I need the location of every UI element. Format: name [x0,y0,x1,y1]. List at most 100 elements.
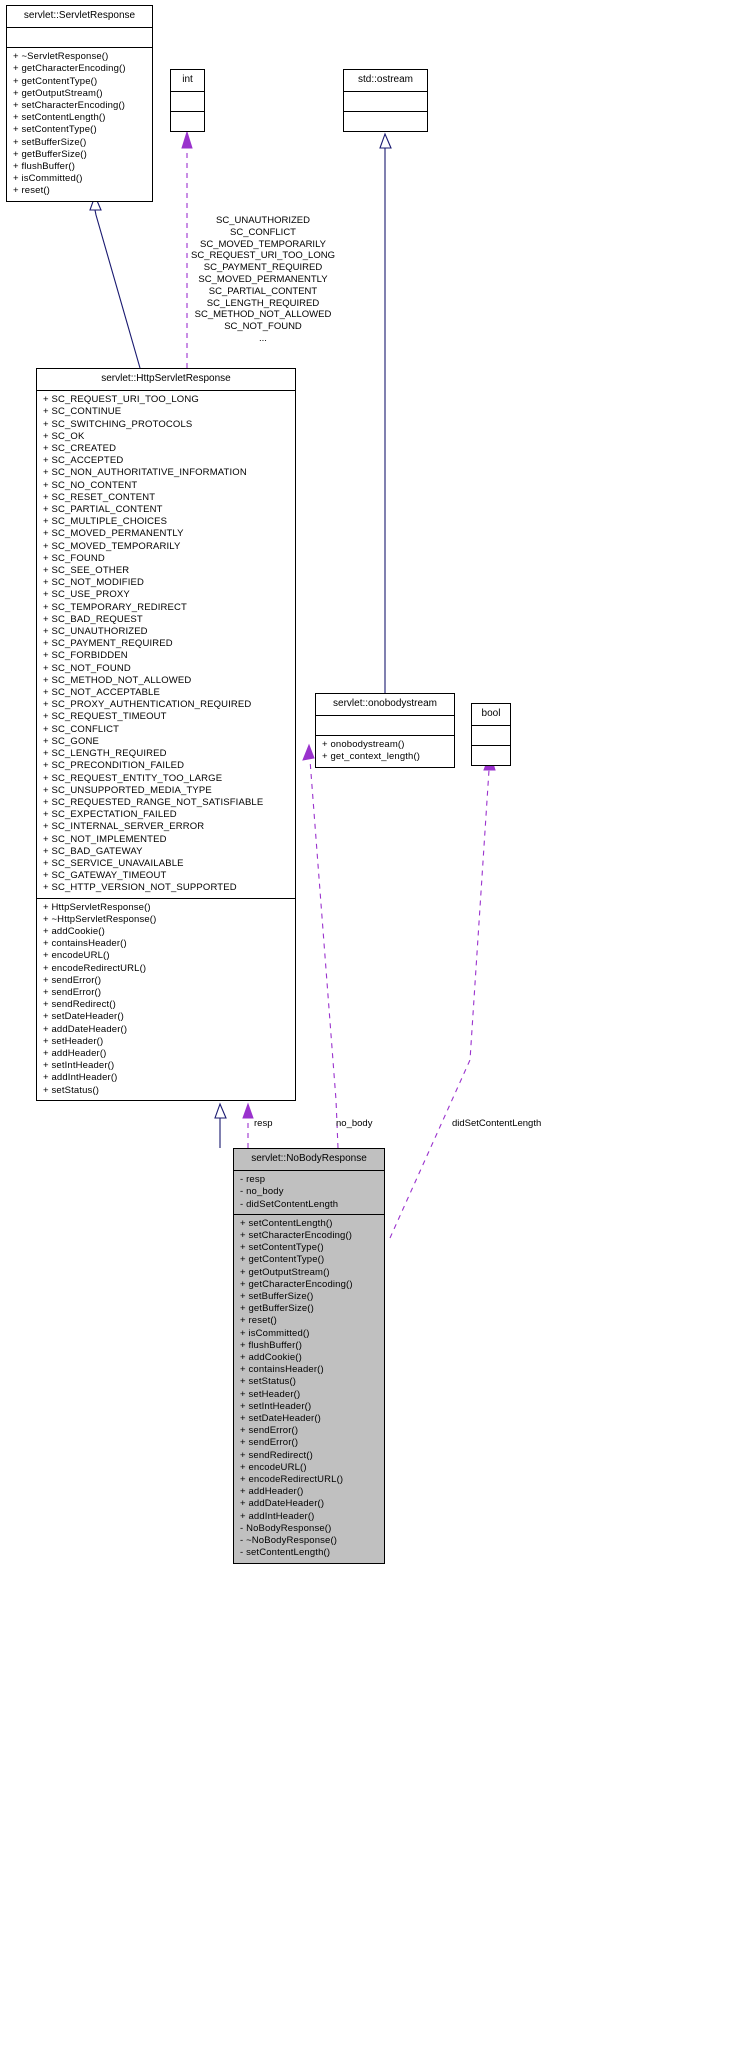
operation-row: + containsHeader() [240,1364,324,1376]
node-attributes-section: + SC_REQUEST_URI_TOO_LONG + SC_CONTINUE … [37,391,295,899]
node-title: std::ostream [344,70,427,93]
operation-row: + getCharacterEncoding() [13,63,126,75]
attribute-row: + SC_PAYMENT_REQUIRED [43,638,173,650]
operation-row: + setHeader() [43,1035,104,1047]
attribute-row: + SC_CREATED [43,443,117,455]
attribute-row: + SC_PROXY_AUTHENTICATION_REQUIRED [43,699,252,711]
edge-usage-did-set-content-length [389,752,496,1239]
attribute-row: + SC_UNSUPPORTED_MEDIA_TYPE [43,784,212,796]
attribute-row: + SC_NOT_FOUND [43,662,131,674]
operation-row: + setBufferSize() [13,136,87,148]
operation-row: + setStatus() [240,1376,297,1388]
attribute-row: + SC_NOT_MODIFIED [43,577,144,589]
attribute-row: + SC_MOVED_PERMANENTLY [43,528,184,540]
operation-row: + addIntHeader() [240,1510,315,1522]
attribute-row: + SC_NO_CONTENT [43,479,138,491]
operation-row: + setCharacterEncoding() [240,1230,353,1242]
operation-row: + addIntHeader() [43,1072,118,1084]
node-operations-section [171,112,204,131]
node-servlet-nobodyresponse[interactable]: servlet::NoBodyResponse - resp - no_body… [233,1148,385,1564]
edge-name-resp: resp [254,1118,273,1129]
attribute-row: + SC_EXPECTATION_FAILED [43,809,177,821]
attribute-row: + SC_REQUESTED_RANGE_NOT_SATISFIABLE [43,796,264,808]
operation-row: + flushBuffer() [13,161,76,173]
operation-row: + sendError() [43,986,102,998]
node-attributes-section: - resp - no_body - didSetContentLength [234,1171,384,1215]
node-title: servlet::ServletResponse [7,6,152,29]
attribute-row: + SC_NOT_IMPLEMENTED [43,833,167,845]
operation-row: + addHeader() [43,1047,107,1059]
operation-row: + addDateHeader() [43,1023,128,1035]
operation-row: + setBufferSize() [240,1291,314,1303]
operation-row: + setCharacterEncoding() [13,100,126,112]
attribute-row: + SC_GATEWAY_TIMEOUT [43,870,167,882]
operation-row: + get_context_length() [322,751,421,763]
edge-usage-resp [242,1102,254,1148]
node-title: int [171,70,204,93]
attribute-row: + SC_CONTINUE [43,406,122,418]
operation-row: + encodeURL() [43,950,110,962]
operation-row: + setDateHeader() [43,1011,124,1023]
operation-row: + getBufferSize() [240,1303,314,1315]
attribute-row: + SC_ACCEPTED [43,455,124,467]
attribute-row: + SC_OK [43,430,85,442]
attribute-row: + SC_MULTIPLE_CHOICES [43,516,168,528]
node-attributes-section [344,92,427,113]
operation-row: + setContentType() [240,1242,324,1254]
operation-row: + getOutputStream() [240,1266,330,1278]
operation-row: + getContentType() [13,75,98,87]
edge-label-int-constants: SC_UNAUTHORIZED SC_CONFLICT SC_MOVED_TEM… [191,215,335,344]
operation-row: + setDateHeader() [240,1413,321,1425]
edge-name-no-body: no_body [336,1118,373,1129]
uml-diagram-canvas: servlet::ServletResponse + ~ServletRespo… [0,0,745,2059]
operation-row: + isCommitted() [13,173,83,185]
edge-inheritance-ostream [379,132,392,693]
node-title: servlet::onobodystream [316,694,454,717]
edge-inheritance-httpservletresponse [214,1102,227,1148]
node-title: bool [472,704,510,727]
operation-row: + ~ServletResponse() [13,51,109,63]
node-bool[interactable]: bool [471,703,511,767]
node-int[interactable]: int [170,69,205,133]
attribute-row: + SC_RESET_CONTENT [43,491,156,503]
operation-row: + sendRedirect() [240,1449,313,1461]
node-attributes-section [472,726,510,747]
node-operations-section: + HttpServletResponse() + ~HttpServletRe… [37,899,295,1100]
operation-row: + sendRedirect() [43,999,116,1011]
attribute-row: + SC_REQUEST_TIMEOUT [43,711,167,723]
attribute-row: + SC_INTERNAL_SERVER_ERROR [43,821,205,833]
node-operations-section [472,746,510,765]
node-servlet-onobodystream[interactable]: servlet::onobodystream + onobodystream()… [315,693,455,768]
operation-row: + setIntHeader() [43,1060,115,1072]
attribute-row: + SC_REQUEST_URI_TOO_LONG [43,394,199,406]
attribute-row: - no_body [240,1186,284,1198]
node-title: servlet::HttpServletResponse [37,369,295,392]
attribute-row: + SC_SWITCHING_PROTOCOLS [43,418,193,430]
attribute-row: + SC_NON_AUTHORITATIVE_INFORMATION [43,467,247,479]
operation-row: + HttpServletResponse() [43,901,151,913]
node-operations-section: + onobodystream() + get_context_length() [316,736,454,766]
operation-row: - NoBodyResponse() [240,1522,332,1534]
attribute-row: + SC_NOT_ACCEPTABLE [43,687,160,699]
attribute-row: + SC_FORBIDDEN [43,650,128,662]
node-attributes-section [316,716,454,737]
node-std-ostream[interactable]: std::ostream [343,69,428,133]
attribute-row: + SC_SERVICE_UNAVAILABLE [43,857,184,869]
operation-row: + getContentType() [240,1254,325,1266]
operation-row: + addDateHeader() [240,1498,325,1510]
attribute-row: + SC_PARTIAL_CONTENT [43,504,163,516]
operation-row: + reset() [13,185,50,197]
node-servlet-httpservletresponse[interactable]: servlet::HttpServletResponse + SC_REQUES… [36,368,296,1101]
node-servlet-servletresponse[interactable]: servlet::ServletResponse + ~ServletRespo… [6,5,153,202]
attribute-row: + SC_GONE [43,735,99,747]
operation-row: + sendError() [43,974,102,986]
attribute-row: + SC_TEMPORARY_REDIRECT [43,601,187,613]
operation-row: + encodeRedirectURL() [240,1474,344,1486]
operation-row: + addCookie() [43,925,105,937]
operation-row: + setContentLength() [240,1217,333,1229]
attribute-row: + SC_USE_PROXY [43,589,130,601]
edge-usage-no-body [302,743,339,1149]
attribute-row: + SC_LENGTH_REQUIRED [43,748,167,760]
operation-row: + getBufferSize() [13,148,87,160]
attribute-row: + SC_PRECONDITION_FAILED [43,760,185,772]
